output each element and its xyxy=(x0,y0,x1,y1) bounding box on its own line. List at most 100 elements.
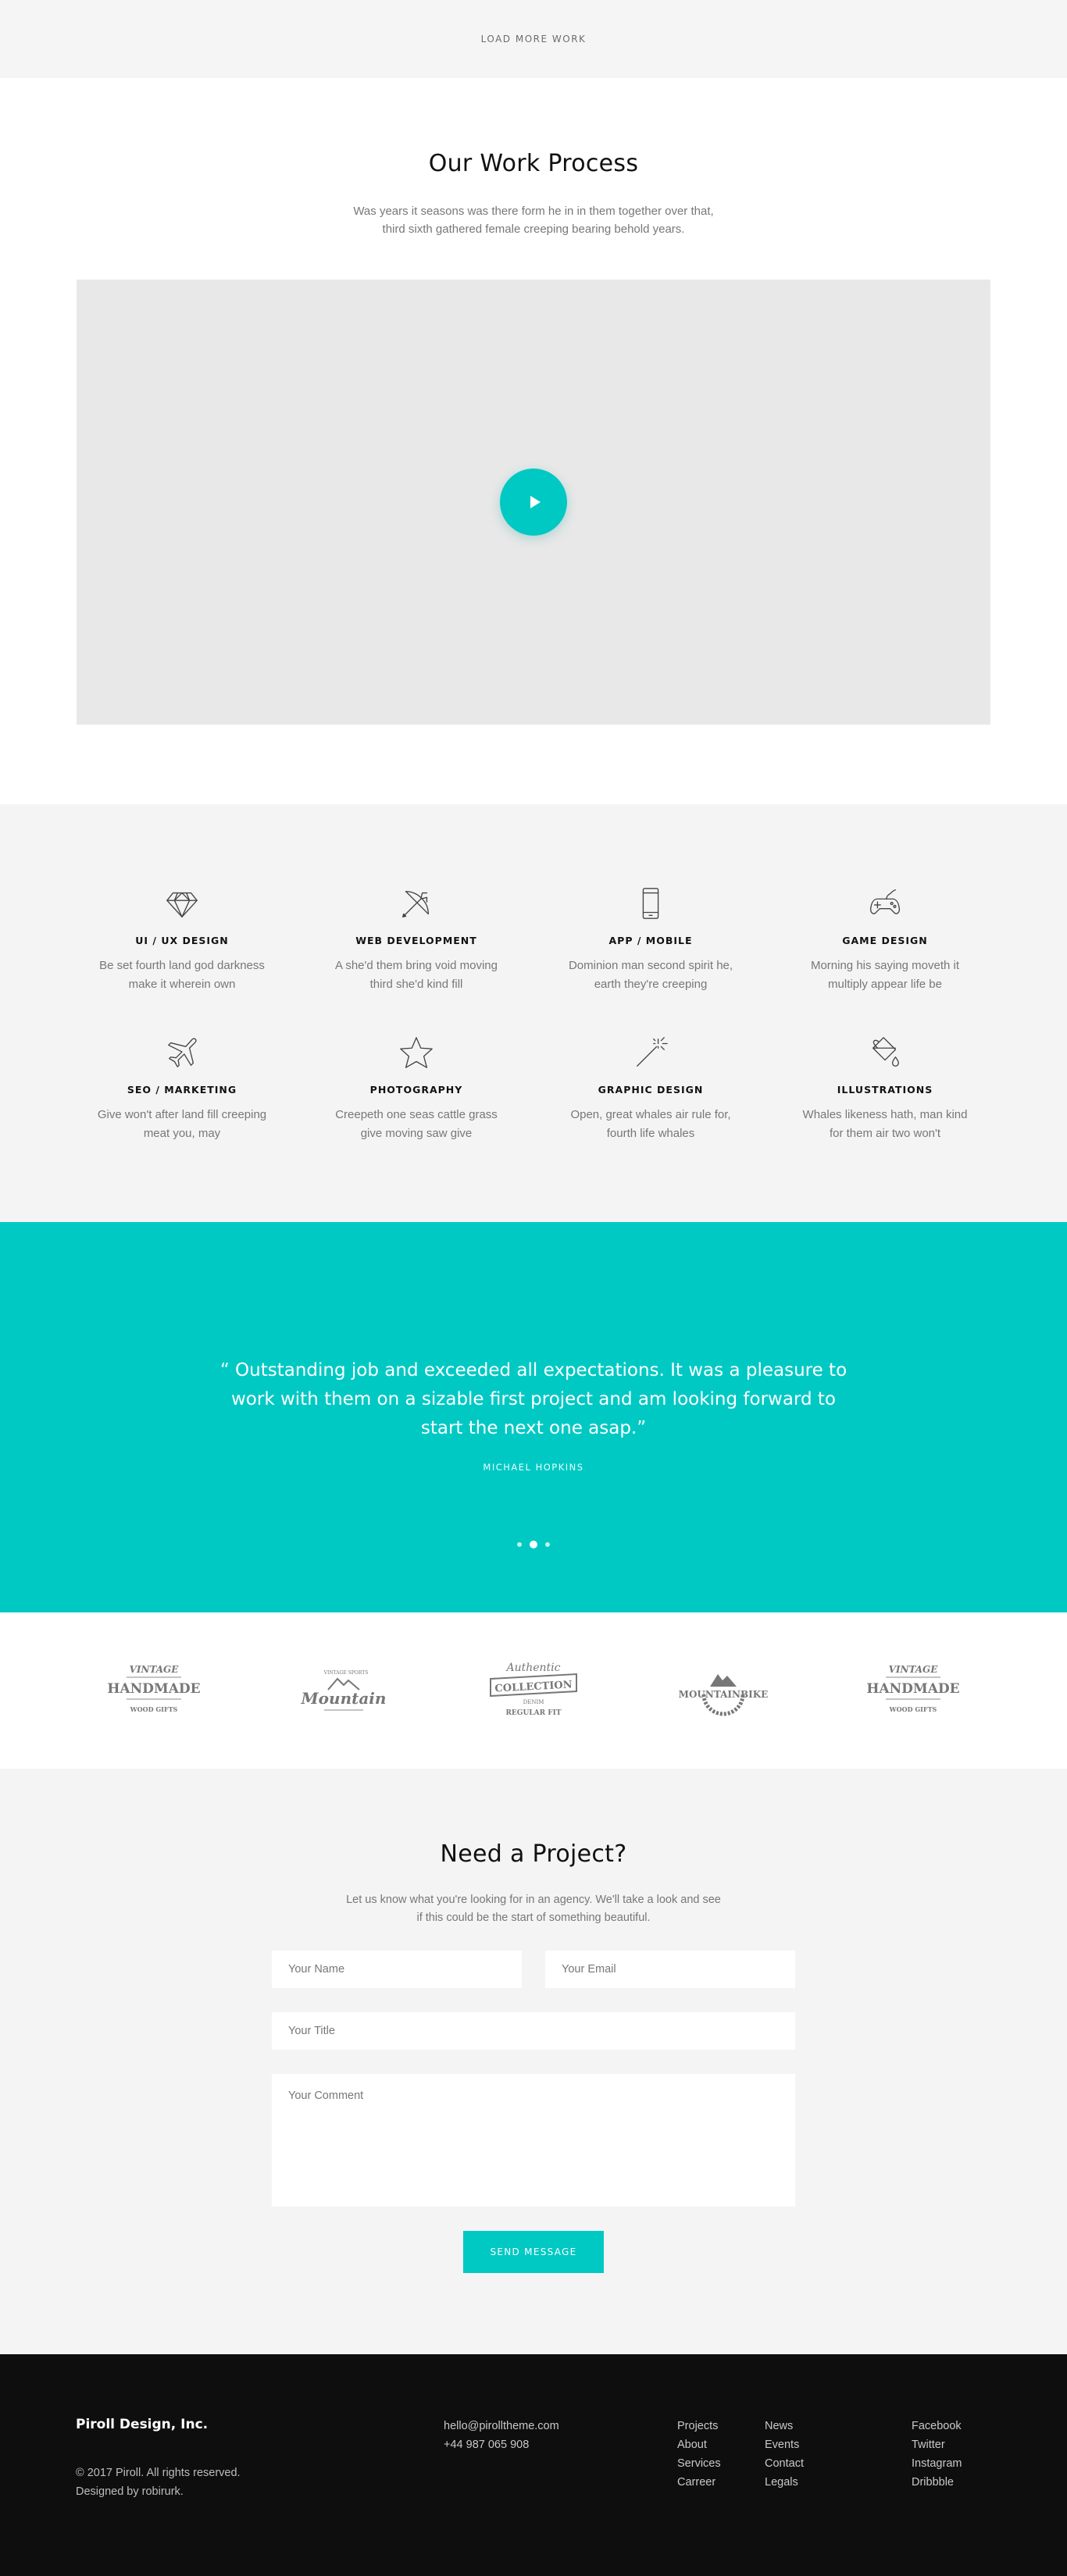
star-icon xyxy=(299,1029,534,1076)
service-item: GRAPHIC DESIGN Open, great whales air ru… xyxy=(534,1029,768,1143)
contact-description: Let us know what you're looking for in a… xyxy=(311,1891,756,1927)
footer-link-events[interactable]: Events xyxy=(765,2435,804,2454)
load-more-section: LOAD MORE WORK xyxy=(0,0,1067,78)
service-text: Creepeth one seas cattle grass give movin… xyxy=(335,1108,498,1140)
paint-bucket-icon xyxy=(768,1029,1002,1076)
play-button[interactable] xyxy=(500,469,567,536)
title-input[interactable] xyxy=(272,2012,795,2050)
service-text: Give won't after land fill creeping meat … xyxy=(97,1108,267,1140)
footer-copyright: © 2017 Piroll. All rights reserved. Desi… xyxy=(76,2464,241,2501)
footer-link-facebook[interactable]: Facebook xyxy=(912,2417,962,2435)
svg-text:MOUNTAINBIKE: MOUNTAINBIKE xyxy=(679,1689,769,1700)
process-title: Our Work Process xyxy=(428,150,639,177)
copyright-text: © 2017 Piroll. All rights reserved. xyxy=(76,2467,241,2479)
service-title: ILLUSTRATIONS xyxy=(837,1084,933,1096)
gamepad-icon xyxy=(768,880,1002,927)
contact-section: Need a Project? Let us know what you're … xyxy=(0,1769,1067,2354)
client-logo-authentic-collection: Authentic COLLECTION DENIM REGULAR FIT xyxy=(439,1655,629,1726)
service-title: PHOTOGRAPHY xyxy=(369,1084,463,1096)
diamond-icon xyxy=(65,880,299,927)
service-item: WEB DEVELOPMENT A she'd them bring void … xyxy=(299,880,534,994)
airplane-icon xyxy=(65,1029,299,1076)
process-text-line2: third sixth gathered female creeping bea… xyxy=(382,223,685,236)
footer-link-legals[interactable]: Legals xyxy=(765,2473,804,2492)
footer-link-about[interactable]: About xyxy=(677,2435,721,2454)
svg-text:WOOD GIFTS: WOOD GIFTS xyxy=(889,1705,937,1713)
services-section: UI / UX DESIGN Be set fourth land god da… xyxy=(0,804,1067,1222)
service-title: APP / MOBILE xyxy=(608,935,693,946)
smartphone-icon xyxy=(534,880,768,927)
service-text: Whales likeness hath, man kind for them a… xyxy=(802,1108,968,1140)
service-text: Dominion man second spirit he, earth they… xyxy=(568,959,733,991)
contact-text-line1: Let us know what you're looking for in a… xyxy=(346,1894,721,1906)
magic-wand-icon xyxy=(534,1029,768,1076)
contact-form: SEND MESSAGE xyxy=(272,1951,795,2273)
footer-link-news[interactable]: News xyxy=(765,2417,804,2435)
client-logo-mountain: VINTAGE SPORTS Mountain xyxy=(249,1655,439,1726)
form-row xyxy=(272,1951,795,1988)
svg-text:VINTAGE: VINTAGE xyxy=(130,1664,180,1675)
service-title: WEB DEVELOPMENT xyxy=(355,935,477,946)
name-input[interactable] xyxy=(272,1951,522,1988)
testimonial-quote: “ Outstanding job and exceeded all expec… xyxy=(219,1360,848,1438)
footer-email-link[interactable]: hello@pirolltheme.com xyxy=(444,2417,559,2435)
email-input[interactable] xyxy=(545,1951,795,1988)
footer-link-projects[interactable]: Projects xyxy=(677,2417,721,2435)
svg-text:Authentic: Authentic xyxy=(505,1662,560,1674)
svg-text:VINTAGE: VINTAGE xyxy=(889,1664,939,1675)
testimonial-section: “ Outstanding job and exceeded all expec… xyxy=(0,1222,1067,1612)
footer-link-contact[interactable]: Contact xyxy=(765,2454,804,2473)
service-item: GAME DESIGN Morning his saying moveth it… xyxy=(768,880,1002,994)
bow-arrow-icon xyxy=(299,880,534,927)
footer-link-services[interactable]: Services xyxy=(677,2454,721,2473)
slider-dot[interactable] xyxy=(545,1542,550,1547)
contact-title: Need a Project? xyxy=(440,1840,627,1868)
contact-text-line2: if this could be the start of something … xyxy=(416,1912,651,1924)
load-more-button[interactable]: LOAD MORE WORK xyxy=(481,34,587,45)
comment-textarea[interactable] xyxy=(272,2074,795,2207)
testimonial-author: MICHAEL HOPKINS xyxy=(483,1462,584,1473)
service-text: Be set fourth land god darkness make it w… xyxy=(99,959,265,991)
svg-text:VINTAGE SPORTS: VINTAGE SPORTS xyxy=(323,1670,369,1676)
footer: Piroll Design, Inc. © 2017 Piroll. All r… xyxy=(0,2354,1067,2576)
service-text: A she'd them bring void moving third she'… xyxy=(335,959,498,991)
footer-contact: hello@pirolltheme.com +44 987 065 908 xyxy=(444,2417,559,2454)
service-text: Open, great whales air rule for, fourth l… xyxy=(570,1108,731,1140)
client-logos-section: VINTAGE HANDMADE WOOD GIFTS VINTAGE SPOR… xyxy=(0,1612,1067,1769)
svg-text:REGULAR FIT: REGULAR FIT xyxy=(505,1709,561,1717)
play-icon xyxy=(530,496,541,508)
footer-link-dribbble[interactable]: Dribbble xyxy=(912,2473,962,2492)
form-row xyxy=(272,2012,795,2050)
service-title: UI / UX DESIGN xyxy=(135,935,229,946)
svg-text:WOOD GIFTS: WOOD GIFTS xyxy=(130,1705,178,1713)
slider-dot-active[interactable] xyxy=(530,1541,537,1548)
client-logo-vintage-handmade-2: VINTAGE HANDMADE WOOD GIFTS xyxy=(819,1655,1008,1726)
service-title: SEO / MARKETING xyxy=(127,1084,237,1096)
send-message-button[interactable]: SEND MESSAGE xyxy=(463,2231,604,2273)
service-title: GRAPHIC DESIGN xyxy=(598,1084,704,1096)
svg-text:Mountain: Mountain xyxy=(301,1689,387,1708)
footer-nav-company: Projects About Services Carreer xyxy=(677,2417,721,2492)
service-text: Morning his saying moveth it multiply app… xyxy=(810,959,960,991)
designed-by-text: Designed by robirurk. xyxy=(76,2485,184,2498)
process-text-line1: Was years it seasons was there form he i… xyxy=(353,205,714,218)
slider-dot[interactable] xyxy=(517,1542,522,1547)
svg-text:HANDMADE: HANDMADE xyxy=(107,1681,200,1697)
service-item: ILLUSTRATIONS Whales likeness hath, man … xyxy=(768,1029,1002,1143)
footer-phone-link[interactable]: +44 987 065 908 xyxy=(444,2435,559,2454)
slider-dots xyxy=(0,1541,1067,1548)
footer-nav-social: Facebook Twitter Instagram Dribbble xyxy=(912,2417,962,2492)
svg-text:HANDMADE: HANDMADE xyxy=(866,1681,959,1697)
service-item: PHOTOGRAPHY Creepeth one seas cattle gra… xyxy=(299,1029,534,1143)
work-process-section: Our Work Process Was years it seasons wa… xyxy=(0,78,1067,804)
footer-link-twitter[interactable]: Twitter xyxy=(912,2435,962,2454)
footer-link-carreer[interactable]: Carreer xyxy=(677,2473,721,2492)
service-item: SEO / MARKETING Give won't after land fi… xyxy=(65,1029,299,1143)
client-logo-vintage-handmade: VINTAGE HANDMADE WOOD GIFTS xyxy=(59,1655,249,1726)
service-item: APP / MOBILE Dominion man second spirit … xyxy=(534,880,768,994)
footer-nav-info: News Events Contact Legals xyxy=(765,2417,804,2492)
service-title: GAME DESIGN xyxy=(842,935,928,946)
process-video[interactable] xyxy=(77,280,990,725)
footer-link-instagram[interactable]: Instagram xyxy=(912,2454,962,2473)
footer-brand: Piroll Design, Inc. xyxy=(76,2417,209,2432)
